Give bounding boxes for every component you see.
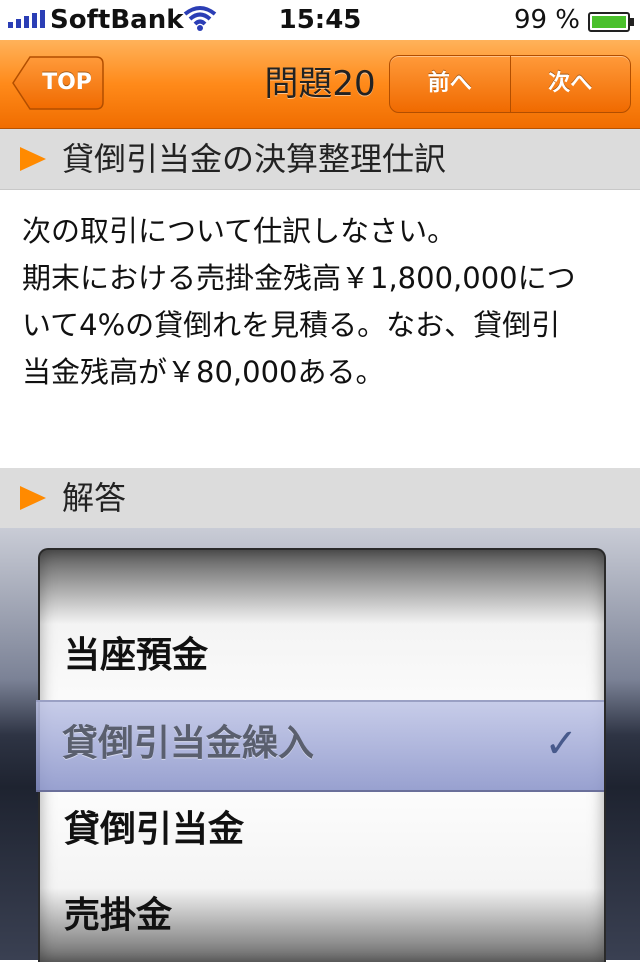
next-button[interactable]: 次へ: [511, 56, 631, 112]
question-line: 次の取引について仕訳しなさい。: [22, 214, 457, 248]
answer-title: 解答: [62, 479, 127, 517]
question-title: 貸倒引当金の決算整理仕訳: [62, 140, 447, 178]
top-back-label: TOP: [42, 70, 92, 95]
picker-option[interactable]: 当座預金: [64, 626, 208, 678]
prev-next-segmented-control: 前へ 次へ: [389, 55, 631, 113]
question-line: いて4%の貸倒れを見積る。なお、貸倒引: [22, 308, 561, 342]
answer-section-header: 解答: [0, 468, 640, 529]
navigation-bar: TOP 問題20 前へ 次へ: [0, 40, 640, 129]
picker-option[interactable]: 貸倒引当金: [64, 800, 244, 852]
picker-selection-bar[interactable]: 貸倒引当金繰入 ✓: [36, 700, 604, 792]
top-back-button[interactable]: TOP: [12, 56, 104, 110]
selected-option: 貸倒引当金繰入: [62, 723, 315, 764]
battery-icon: [588, 12, 634, 32]
question-line: 期末における売掛金残高￥1,800,000につ: [22, 261, 576, 295]
status-bar: SoftBank 15:45 99 %: [0, 0, 640, 40]
play-triangle-icon: [20, 147, 46, 171]
question-line: 当金残高が￥80,000ある。: [22, 355, 385, 389]
question-text: 次の取引について仕訳しなさい。 期末における売掛金残高￥1,800,000につ …: [22, 208, 622, 396]
picker-option[interactable]: 売掛金: [64, 886, 172, 938]
battery-percent: 99 %: [513, 5, 580, 35]
play-triangle-icon: [20, 486, 46, 510]
question-section-header: 貸倒引当金の決算整理仕訳: [0, 129, 640, 190]
checkmark-icon: ✓: [544, 721, 578, 767]
prev-button[interactable]: 前へ: [390, 56, 510, 112]
